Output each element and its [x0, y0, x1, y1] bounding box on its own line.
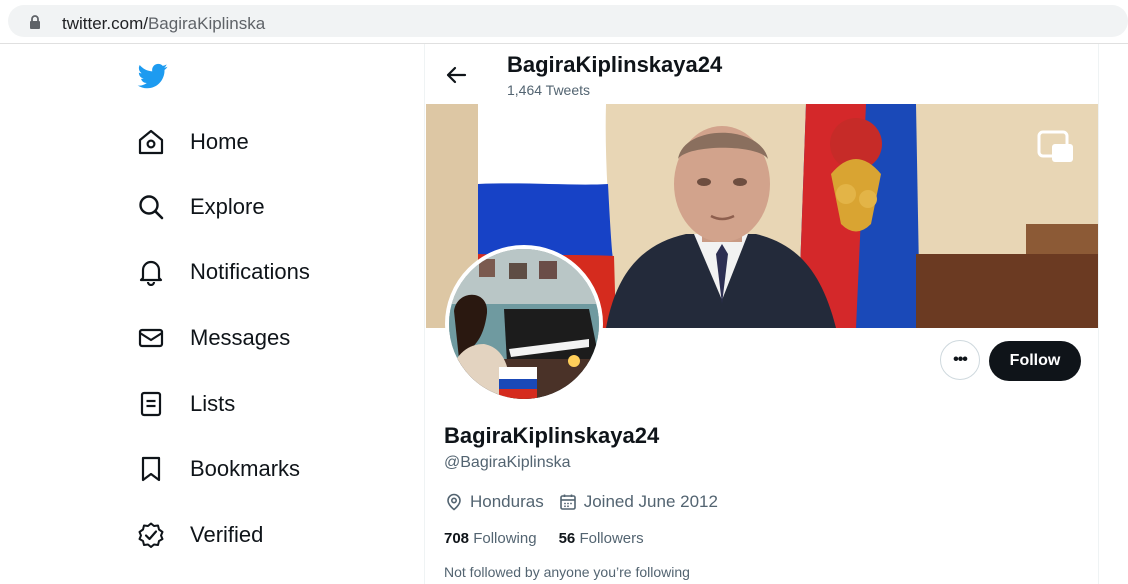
header-profile-name: BagiraKiplinskaya24	[507, 52, 723, 77]
nav-messages-label: Messages	[190, 325, 291, 350]
nav-verified[interactable]: Verified	[136, 515, 396, 555]
following-label: Following	[473, 530, 537, 547]
list-icon	[136, 389, 166, 419]
nav-lists-label: Lists	[190, 391, 236, 416]
followed-by-note: Not followed by anyone you’re following	[444, 564, 690, 580]
profile-avatar[interactable]	[445, 245, 603, 403]
profile-stats: 708 Following 56 Followers	[444, 530, 666, 547]
nav-explore[interactable]: Explore	[136, 187, 396, 227]
browser-toolbar: twitter.com/BagiraKiplinska	[0, 0, 1128, 44]
envelope-icon	[136, 323, 166, 353]
location-pin-icon	[444, 492, 464, 512]
profile-display-name: BagiraKiplinskaya24	[444, 423, 660, 448]
lock-icon[interactable]	[27, 14, 43, 30]
sidebar: Home Explore Notifications Messages List…	[0, 44, 424, 584]
more-options-button[interactable]: •••	[940, 340, 980, 380]
home-icon	[136, 127, 166, 157]
location-text: Honduras	[470, 492, 544, 511]
followers-label: Followers	[579, 530, 644, 547]
nav-explore-label: Explore	[190, 194, 265, 219]
nav-home[interactable]: Home	[136, 122, 396, 162]
calendar-icon	[558, 492, 578, 512]
joined-item: Joined June 2012	[558, 492, 718, 512]
following-count: 708	[444, 530, 470, 547]
profile-column: BagiraKiplinskaya24 1,464 Tweets ••• Fol…	[424, 44, 1099, 584]
header-tweet-count: 1,464 Tweets	[507, 82, 591, 98]
twitter-bird-icon[interactable]	[136, 61, 170, 91]
picture-in-picture-icon[interactable]	[1037, 130, 1075, 164]
nav-verified-label: Verified	[190, 522, 264, 547]
back-arrow-icon	[446, 66, 467, 84]
bookmark-icon	[136, 454, 166, 484]
bell-icon	[136, 257, 166, 287]
verified-badge-icon	[136, 520, 166, 550]
nav-notifications[interactable]: Notifications	[136, 252, 396, 292]
back-button[interactable]	[441, 60, 471, 90]
search-icon	[136, 192, 166, 222]
profile-meta: Honduras Joined June 2012	[444, 492, 732, 512]
nav-notifications-label: Notifications	[190, 259, 310, 284]
location-item: Honduras	[444, 492, 544, 512]
followers-link[interactable]: 56 Followers	[559, 530, 644, 547]
nav-bookmarks[interactable]: Bookmarks	[136, 449, 396, 489]
joined-text: Joined June 2012	[583, 492, 718, 511]
url-path: BagiraKiplinska	[147, 14, 266, 33]
profile-handle: @BagiraKiplinska	[444, 454, 571, 471]
following-link[interactable]: 708 Following	[444, 530, 537, 547]
nav-home-label: Home	[190, 129, 249, 154]
nav-messages[interactable]: Messages	[136, 318, 396, 358]
followers-count: 56	[558, 530, 576, 547]
nav-bookmarks-label: Bookmarks	[190, 456, 301, 481]
nav-lists[interactable]: Lists	[136, 384, 396, 424]
url-text[interactable]: twitter.com/BagiraKiplinska	[62, 14, 265, 34]
address-bar[interactable]: twitter.com/BagiraKiplinska	[8, 5, 1128, 37]
url-host: twitter.com/	[62, 14, 148, 33]
follow-button[interactable]: Follow	[989, 341, 1081, 381]
